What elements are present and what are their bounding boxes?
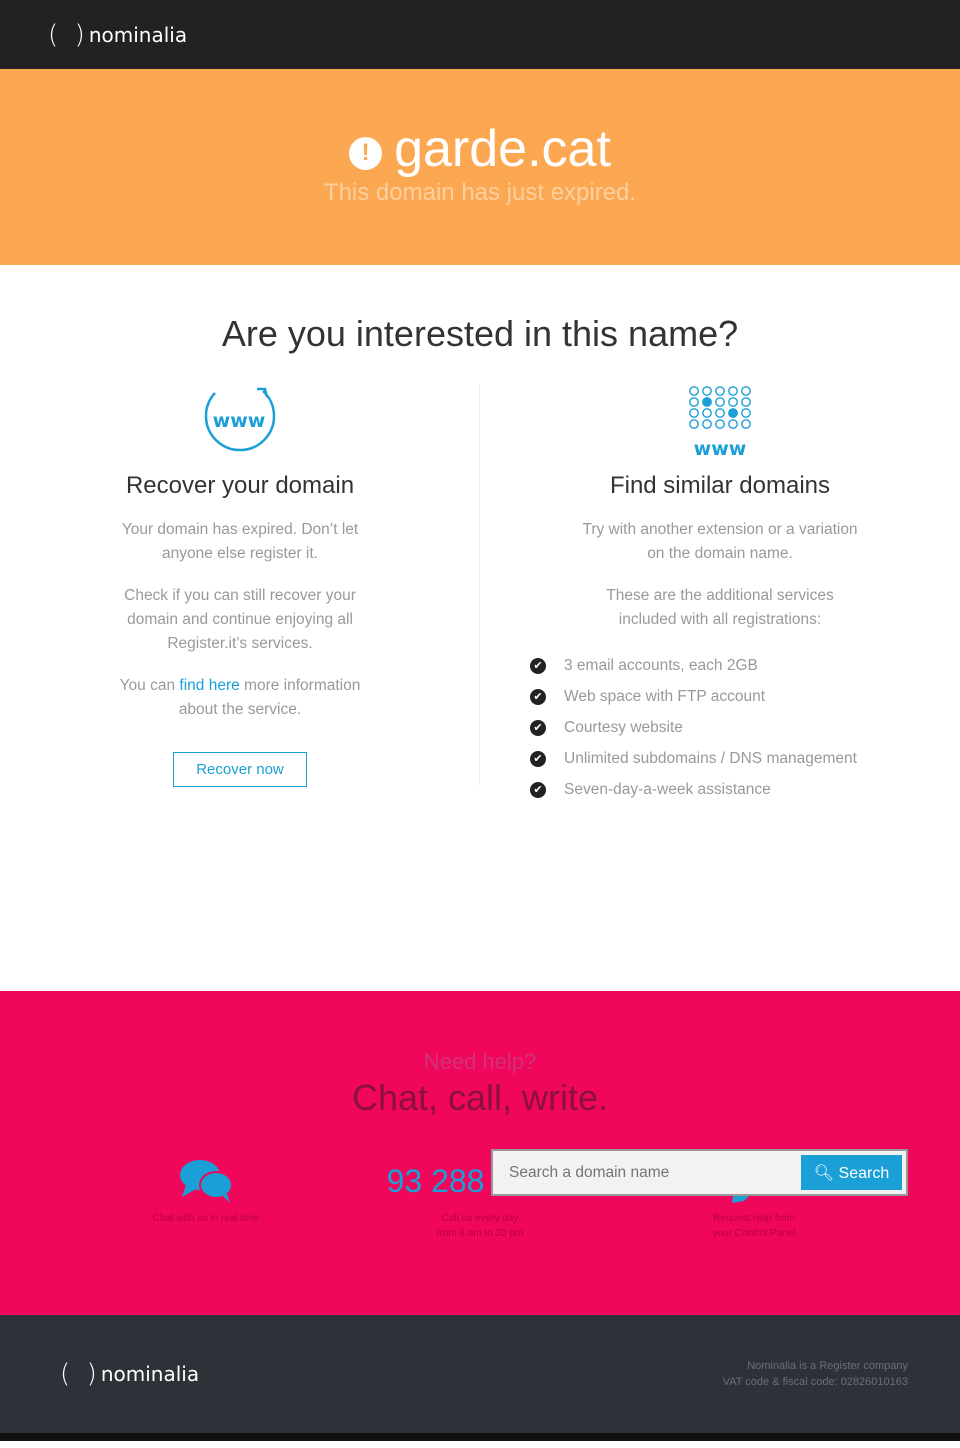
dot xyxy=(702,419,712,429)
chat-option[interactable]: Chat with us in real time xyxy=(96,1151,316,1241)
expired-message: This domain has just expired. xyxy=(323,179,637,206)
domain-search-input[interactable] xyxy=(509,1163,801,1182)
dot xyxy=(702,386,712,396)
dot xyxy=(728,397,738,407)
footer-logo[interactable]: ( ) nominalia xyxy=(60,1359,199,1389)
recover-now-button[interactable]: Recover now xyxy=(173,752,307,787)
dot xyxy=(741,386,751,396)
dot xyxy=(715,419,725,429)
recover-column: www Recover your domain Your domain has … xyxy=(0,385,480,809)
top-bar: ( ) nominalia xyxy=(0,0,960,69)
check-icon: ✔ xyxy=(530,782,546,798)
dot xyxy=(741,408,751,418)
dot xyxy=(702,397,712,407)
dot xyxy=(728,386,738,396)
feature-item: ✔ Courtesy website xyxy=(530,716,890,740)
svg-text:www: www xyxy=(694,438,747,457)
recover-text-3: You can find here more information about… xyxy=(119,677,361,718)
footer-company: Nominalia is a Register company xyxy=(747,1360,908,1372)
check-icon: ✔ xyxy=(530,720,546,736)
nominalia-logo[interactable]: ( ) nominalia xyxy=(48,20,187,50)
check-icon: ✔ xyxy=(530,751,546,767)
column-divider xyxy=(479,385,480,785)
search-button[interactable]: 🔍︎ Search xyxy=(801,1155,902,1190)
logo-text: nominalia xyxy=(88,22,188,47)
dot xyxy=(715,386,725,396)
dot xyxy=(728,419,738,429)
dot xyxy=(689,397,699,407)
svg-text:www: www xyxy=(213,410,266,432)
chat-bubbles-icon xyxy=(180,1160,233,1203)
recover-text-1: Your domain has expired. Don’t let anyon… xyxy=(121,521,359,562)
feature-item: ✔ Seven-day-a-week assistance xyxy=(530,778,890,802)
page-title: Are you interested in this name? xyxy=(221,313,739,354)
check-icon: ✔ xyxy=(530,689,546,705)
recover-title: Recover your domain xyxy=(125,472,355,499)
www-refresh-icon: www xyxy=(204,387,276,452)
dot xyxy=(689,419,699,429)
similar-text-1: Try with another extension or a variatio… xyxy=(582,521,858,562)
domain-name: garde.cat xyxy=(394,120,611,178)
feature-item: ✔ 3 email accounts, each 2GB xyxy=(530,654,890,678)
expired-banner: ! garde.cat This domain has just expired. xyxy=(0,69,960,265)
dot xyxy=(741,419,751,429)
feature-item: ✔ Unlimited subdomains / DNS management xyxy=(530,747,890,771)
feature-item: ✔ Web space with FTP account xyxy=(530,685,890,709)
dot xyxy=(715,408,725,418)
www-dots-icon: www xyxy=(689,386,751,460)
help-title: Chat, call, write. xyxy=(351,1077,609,1118)
check-icon: ✔ xyxy=(530,658,546,674)
dot xyxy=(741,397,751,407)
domain-search-box: 🔍︎ Search xyxy=(491,1149,908,1196)
warning-icon: ! xyxy=(349,136,383,170)
help-subtitle: Need help? xyxy=(423,1049,537,1074)
recover-text-2: Check if you can still recover your doma… xyxy=(124,587,356,652)
dot xyxy=(702,408,712,418)
similar-text-2: These are the additional services includ… xyxy=(606,587,834,628)
logo-brackets-icon: ( ) xyxy=(60,1359,97,1389)
search-icon: 🔍︎ xyxy=(813,1164,835,1182)
dot xyxy=(689,386,699,396)
footer: ( ) nominalia Nominalia is a Register com… xyxy=(0,1315,960,1441)
similar-title: Find similar domains xyxy=(609,472,831,499)
dot xyxy=(728,408,738,418)
main-section: Are you interested in this name? www Rec… xyxy=(0,265,960,1196)
dot xyxy=(689,408,699,418)
logo-brackets-icon: ( ) xyxy=(48,19,85,50)
footer-vat: VAT code & fiscal code: 02826010163 xyxy=(722,1376,908,1388)
find-here-link[interactable]: find here xyxy=(179,677,239,694)
dot xyxy=(715,397,725,407)
features-list: ✔ 3 email accounts, each 2GB ✔ Web space w… xyxy=(530,654,890,802)
similar-column: www Find similar domains Try with anothe… xyxy=(480,385,960,809)
